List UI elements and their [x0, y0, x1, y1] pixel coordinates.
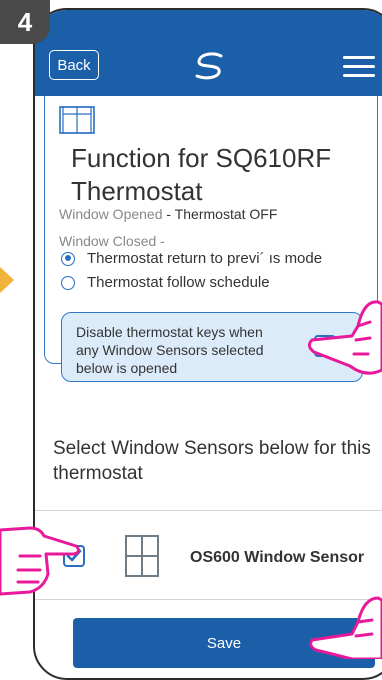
sensors-heading: Select Window Sensors below for this the…: [53, 438, 371, 484]
radio-button-selected[interactable]: [61, 251, 75, 266]
option-follow-schedule[interactable]: Thermostat follow schedule: [61, 274, 270, 291]
window-opened-value: Thermostat OFF: [174, 206, 278, 222]
pointing-hand-icon: [309, 596, 382, 659]
option-label: Thermostat follow schedule: [87, 274, 270, 291]
window-icon: [59, 106, 95, 134]
window-opened-label: Window Opened: [59, 206, 163, 222]
back-button[interactable]: Back: [49, 50, 99, 80]
sensor-row[interactable]: OS600 Window Sensor: [35, 513, 382, 599]
pointing-hand-icon: [307, 300, 382, 375]
disable-keys-text: Disable thermostat keys when any Window …: [76, 324, 264, 376]
step-badge: 4: [0, 0, 50, 44]
window-closed-label: Window Closed -: [59, 233, 165, 249]
window-opened-line: Window Opened - Thermostat OFF: [59, 206, 278, 222]
radio-button[interactable]: [61, 275, 75, 290]
pointing-hand-icon: [0, 526, 80, 596]
arrow-icon: [0, 267, 14, 293]
function-title: Function for SQ610RF Thermostat: [71, 143, 332, 206]
divider: [35, 510, 382, 511]
window-sensor-icon: [125, 535, 159, 577]
top-bar: Back: [35, 10, 382, 96]
salus-logo-icon: [195, 52, 223, 80]
option-label: Thermostat return to previ´ ıs mode: [87, 250, 323, 267]
option-return-previous-mode[interactable]: Thermostat return to previ´ ıs mode: [61, 250, 322, 267]
screenshot-frame: 4 Back Function for SQ610RF Thermostat W…: [0, 0, 382, 680]
hamburger-menu-icon[interactable]: [343, 56, 377, 78]
sensor-name: OS600 Window Sensor: [190, 549, 365, 566]
